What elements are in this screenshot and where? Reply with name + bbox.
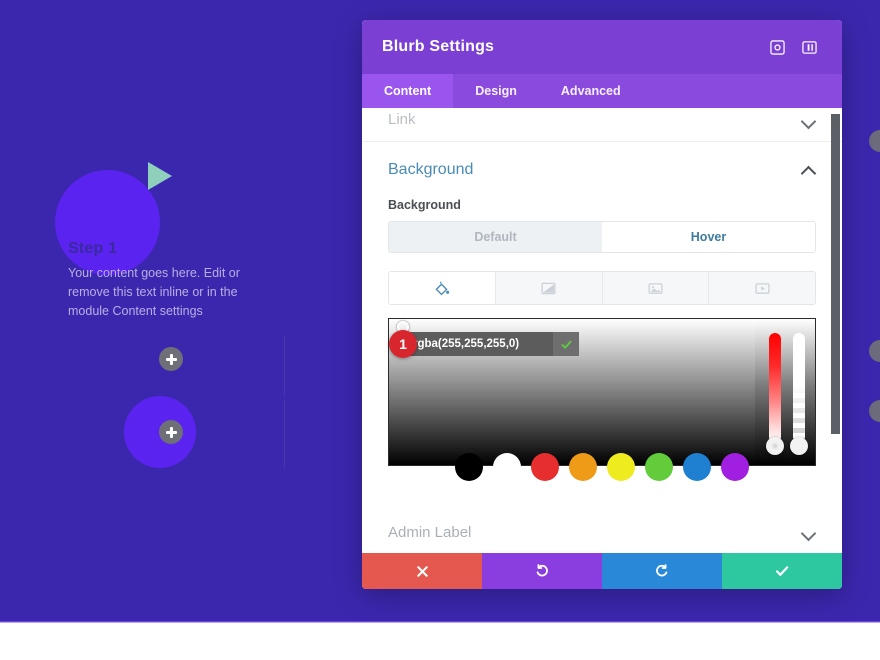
undo-button[interactable] [482, 553, 602, 589]
color-swatch-row [389, 453, 815, 481]
state-tab-hover[interactable]: Hover [602, 222, 815, 252]
modal-scrollbar[interactable] [831, 114, 840, 434]
section-background-label: Background [388, 161, 474, 178]
color-swatch-purple[interactable] [721, 453, 749, 481]
edge-handle-button[interactable] [869, 130, 880, 152]
blurb-settings-modal: Blurb Settings Content Design Advanced L… [362, 20, 842, 589]
edge-handle-button[interactable] [869, 400, 880, 422]
color-swatch-blue[interactable] [683, 453, 711, 481]
modal-title: Blurb Settings [382, 38, 495, 55]
color-confirm-button[interactable] [553, 332, 579, 356]
cancel-button[interactable] [362, 553, 482, 589]
section-link[interactable]: Link [362, 108, 842, 142]
layout-toggle-icon[interactable] [796, 34, 822, 60]
modal-tab-bar: Content Design Advanced [362, 74, 842, 108]
color-slider-column [755, 319, 815, 465]
color-picker: 1 [388, 318, 816, 481]
tab-advanced[interactable]: Advanced [539, 74, 643, 108]
hue-slider[interactable] [769, 333, 782, 443]
color-value-input[interactable] [405, 332, 553, 356]
column-divider [284, 400, 285, 468]
alpha-slider[interactable] [793, 333, 806, 443]
plus-icon [165, 426, 177, 438]
step-badge: 1 [389, 330, 417, 358]
background-panel: Background Default Hover 1 rgba(255,255,… [362, 198, 842, 510]
modal-header: Blurb Settings [362, 20, 842, 74]
color-swatch-black[interactable] [455, 453, 483, 481]
play-triangle-icon [148, 162, 172, 190]
blurb-title: Step 1 [68, 240, 118, 257]
add-section-button[interactable] [159, 420, 183, 444]
modal-body: Link Background Background Default Hover [362, 108, 842, 553]
background-gradient-icon[interactable] [496, 272, 603, 304]
section-admin-label-text: Admin Label [388, 524, 472, 541]
color-swatch-yellow[interactable] [607, 453, 635, 481]
column-divider [284, 336, 285, 396]
background-video-icon[interactable] [709, 272, 815, 304]
expand-icon[interactable] [764, 34, 790, 60]
section-admin-label[interactable]: Admin Label [362, 510, 842, 553]
section-background[interactable]: Background [362, 142, 842, 198]
tab-content[interactable]: Content [362, 74, 454, 108]
color-picker-wrapper: 1 [388, 318, 816, 481]
color-swatch-green[interactable] [645, 453, 673, 481]
page-footer-area [0, 623, 880, 660]
modal-footer [362, 553, 842, 589]
settings-scroll-area: Link Background Background Default Hover [362, 108, 842, 553]
background-image-icon[interactable] [603, 272, 710, 304]
chevron-up-icon [802, 163, 816, 177]
save-button[interactable] [722, 553, 842, 589]
edge-handle-button[interactable] [869, 340, 880, 362]
section-link-label: Link [388, 111, 416, 128]
background-field-label: Background [388, 198, 461, 212]
redo-button[interactable] [602, 553, 722, 589]
color-swatch-orange[interactable] [569, 453, 597, 481]
background-state-toggle: Default Hover [388, 221, 816, 253]
chevron-down-icon [802, 526, 816, 540]
color-value-field-group: 1 [389, 330, 579, 358]
tab-design[interactable]: Design [453, 74, 539, 108]
add-row-button[interactable] [159, 347, 183, 371]
plus-icon [165, 353, 177, 365]
background-type-tabs [388, 271, 816, 305]
blurb-icon-circle [55, 170, 160, 275]
chevron-down-icon [802, 114, 816, 128]
state-tab-default[interactable]: Default [389, 222, 602, 252]
color-swatch-white[interactable] [493, 453, 521, 481]
color-swatch-red[interactable] [531, 453, 559, 481]
blurb-body-text: Your content goes here. Edit or remove t… [68, 266, 240, 318]
background-color-icon[interactable] [389, 272, 496, 304]
